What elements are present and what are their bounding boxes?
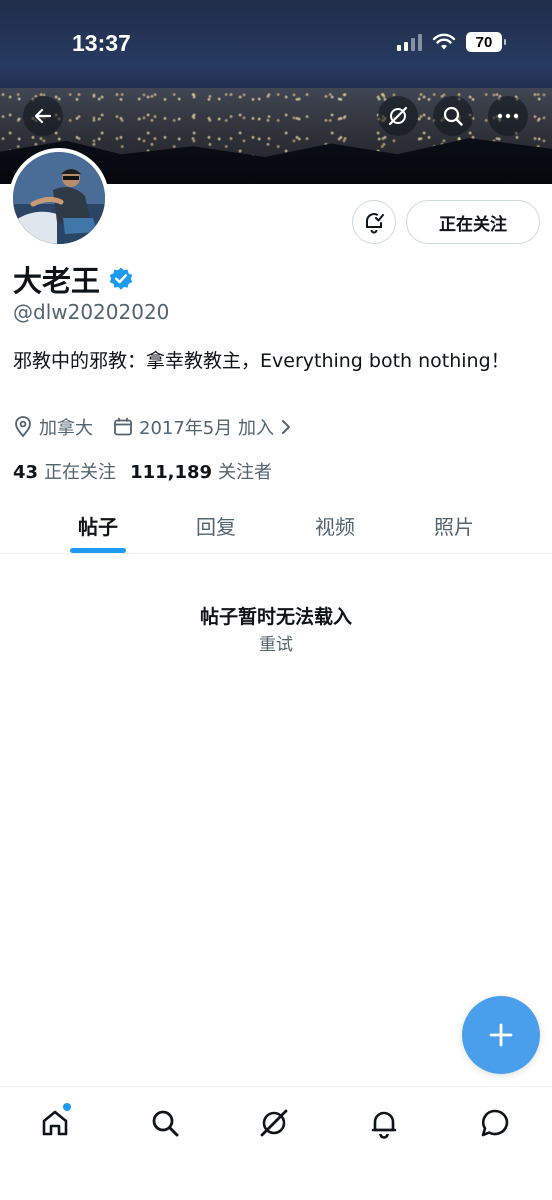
cellular-signal-icon bbox=[397, 33, 422, 51]
followers-label: 关注者 bbox=[218, 462, 273, 483]
back-button[interactable] bbox=[23, 96, 63, 136]
followers-count: 111,189 bbox=[130, 462, 213, 483]
nav-search[interactable] bbox=[145, 1103, 185, 1143]
grok-button[interactable] bbox=[378, 96, 418, 136]
retry-link[interactable]: 重试 bbox=[0, 630, 552, 655]
display-name: 大老王 bbox=[13, 264, 101, 298]
nav-grok[interactable] bbox=[254, 1103, 294, 1143]
bell-check-icon bbox=[366, 213, 384, 234]
following-count: 43 bbox=[13, 462, 39, 483]
home-notification-dot bbox=[63, 1103, 71, 1111]
active-tab-indicator bbox=[70, 548, 126, 553]
more-button[interactable] bbox=[488, 96, 528, 136]
grok-icon bbox=[388, 106, 408, 126]
search-icon bbox=[152, 1110, 179, 1137]
join-date[interactable]: 2017年5月 加入 bbox=[113, 414, 292, 440]
search-icon bbox=[443, 106, 463, 126]
home-icon bbox=[42, 1110, 68, 1136]
wifi-icon bbox=[432, 33, 456, 50]
verified-badge-icon[interactable] bbox=[108, 266, 134, 292]
location: 加拿大 bbox=[13, 414, 93, 440]
tab-photos[interactable]: 照片 bbox=[414, 496, 494, 554]
tab-posts[interactable]: 帖子 bbox=[58, 496, 138, 554]
handle: @dlw20202020 bbox=[13, 300, 170, 324]
location-text: 加拿大 bbox=[39, 418, 93, 439]
chevron-right-icon bbox=[281, 420, 290, 434]
followers-stat[interactable]: 111,189 关注者 bbox=[130, 458, 272, 484]
notification-subscribe-button[interactable] bbox=[352, 200, 396, 244]
bell-icon bbox=[371, 1111, 397, 1139]
profile-meta: 加拿大 2017年5月 加入 bbox=[13, 414, 292, 440]
location-pin-icon bbox=[15, 416, 31, 438]
avatar[interactable] bbox=[9, 148, 109, 248]
status-indicators: 70 bbox=[397, 32, 506, 52]
name-row: 大老王 bbox=[13, 258, 134, 300]
avatar-photo bbox=[13, 152, 105, 244]
nav-home[interactable] bbox=[35, 1103, 75, 1143]
grok-icon bbox=[260, 1109, 288, 1137]
nav-messages[interactable] bbox=[475, 1103, 515, 1143]
compose-button[interactable] bbox=[462, 996, 540, 1074]
tab-videos[interactable]: 视频 bbox=[295, 496, 375, 554]
battery-icon: 70 bbox=[466, 32, 506, 52]
profile-tabs: 帖子 回复 视频 照片 bbox=[0, 496, 552, 554]
bio: 邪教中的邪教：拿幸教教主，Everything both nothing！ bbox=[13, 350, 510, 372]
following-label: 正在关注 bbox=[44, 462, 117, 483]
calendar-icon bbox=[114, 417, 132, 436]
nav-notifications[interactable] bbox=[364, 1103, 404, 1143]
message-icon bbox=[481, 1109, 509, 1137]
status-time: 13:37 bbox=[72, 30, 131, 56]
following-button[interactable]: 正在关注 bbox=[406, 200, 540, 244]
bottom-nav bbox=[0, 1086, 552, 1200]
back-arrow-icon bbox=[34, 108, 52, 124]
more-icon bbox=[497, 113, 519, 119]
join-date-text: 2017年5月 加入 bbox=[139, 418, 274, 439]
empty-state-title: 帖子暂时无法载入 bbox=[199, 606, 352, 628]
following-stat[interactable]: 43 正在关注 bbox=[13, 458, 116, 484]
plus-icon bbox=[489, 1023, 513, 1047]
search-button[interactable] bbox=[433, 96, 473, 136]
tab-replies[interactable]: 回复 bbox=[176, 496, 256, 554]
follow-stats: 43 正在关注 111,189 关注者 bbox=[13, 458, 272, 484]
